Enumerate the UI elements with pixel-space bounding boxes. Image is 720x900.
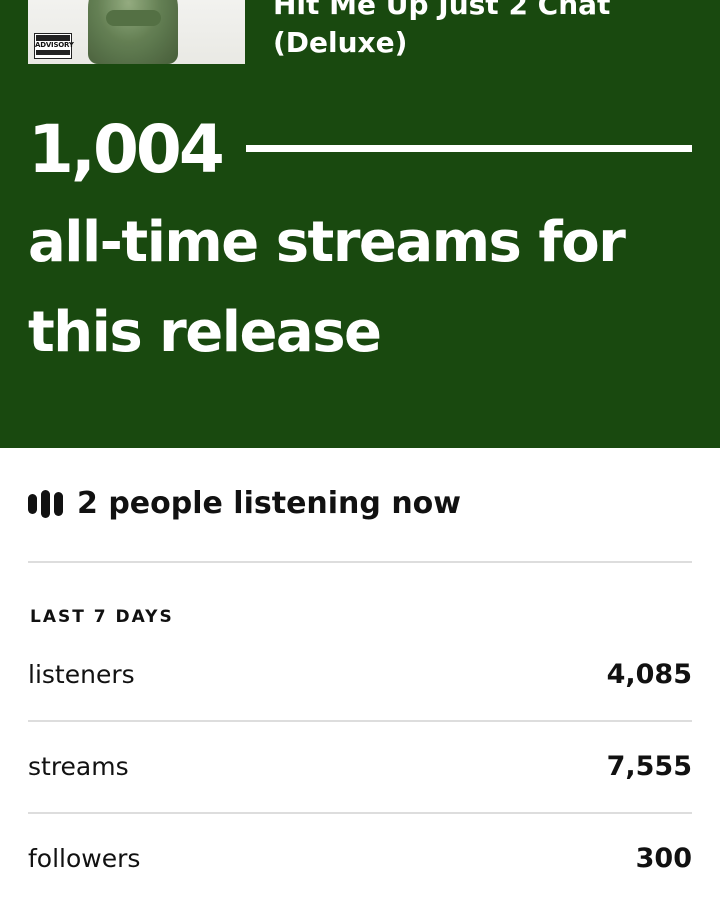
stat-label: followers (28, 843, 141, 873)
stream-count-rule (246, 145, 692, 152)
live-bars-icon (28, 489, 63, 519)
stat-value: 7,555 (606, 750, 692, 782)
release-title: Hit Me Up Just 2 Chat (Deluxe) (273, 0, 611, 59)
stat-row-streams: streams 7,555 (28, 746, 692, 786)
stats-section: 2 people listening now LAST 7 DAYS liste… (0, 448, 720, 900)
parental-advisory-icon: ADVISORY (34, 33, 74, 59)
stat-label: streams (28, 751, 129, 781)
stat-value: 300 (635, 842, 692, 874)
all-time-stream-count: 1,004 (28, 111, 225, 188)
divider (28, 561, 692, 563)
stat-label: listeners (28, 659, 135, 689)
album-cover-figure (88, 0, 178, 64)
divider (28, 720, 692, 722)
last-7-days-heading: LAST 7 DAYS (30, 607, 174, 627)
stat-row-followers: followers 300 (28, 838, 692, 878)
all-time-streams-caption: all-time streams for this release (28, 210, 626, 365)
stat-row-listeners: listeners 4,085 (28, 654, 692, 694)
album-art[interactable]: ADVISORY (28, 0, 245, 64)
release-hero: ADVISORY Hit Me Up Just 2 Chat (Deluxe) … (0, 0, 720, 448)
divider (28, 812, 692, 814)
stat-value: 4,085 (606, 658, 692, 690)
live-listeners-text: 2 people listening now (77, 486, 462, 521)
live-listeners-row: 2 people listening now (28, 486, 461, 521)
